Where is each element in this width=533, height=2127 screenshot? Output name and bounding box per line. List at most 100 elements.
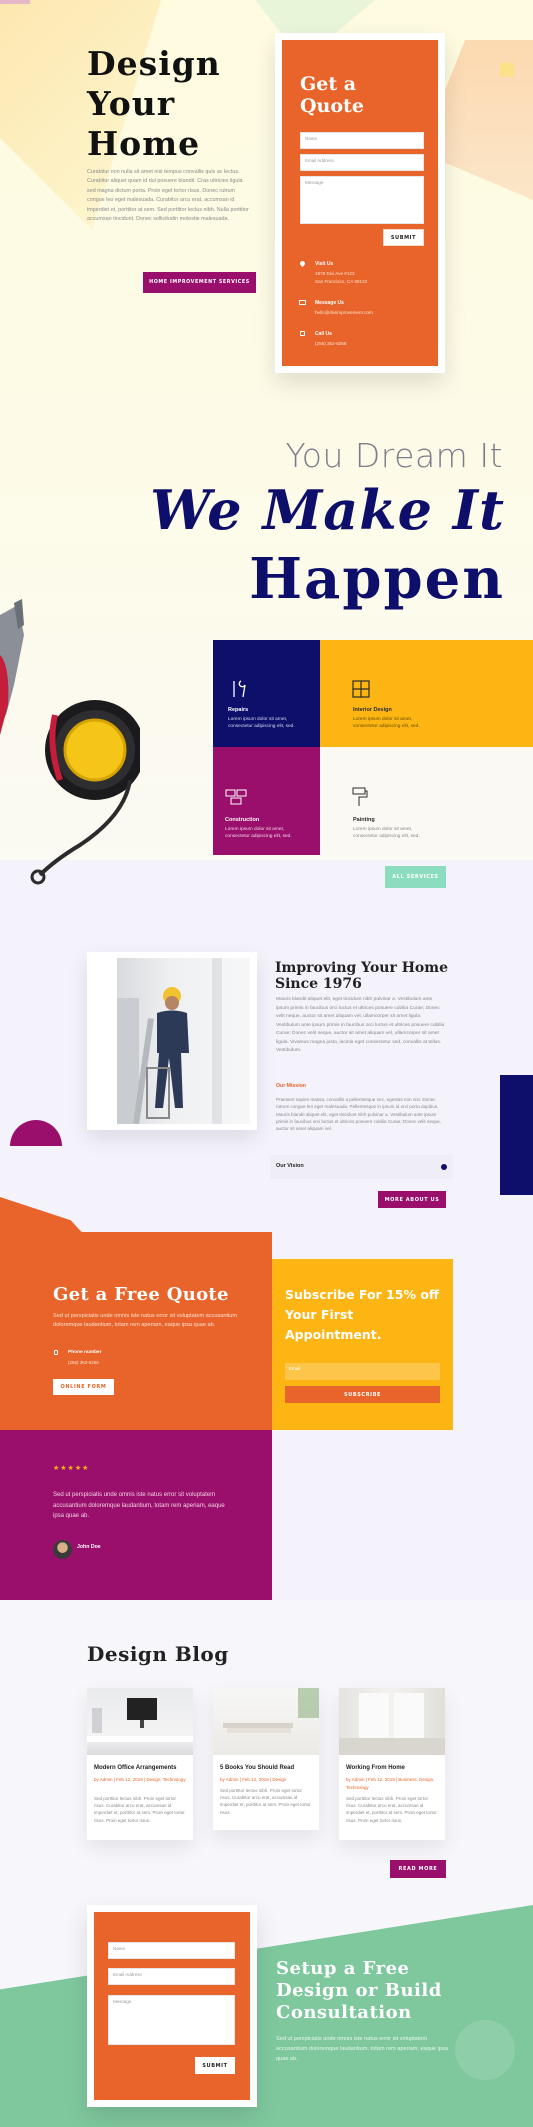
blog-card[interactable]: Modern Office Arrangements by Admin | Fe… <box>87 1688 193 1840</box>
tools-icon <box>233 680 246 698</box>
visit-line1: 1878 Divi Ave #123 <box>315 271 355 276</box>
visit-line2: San Francisco, CA 90123 <box>315 279 368 284</box>
layout-icon <box>352 680 370 698</box>
rating-stars: ★★★★★ <box>53 1465 90 1472</box>
consult-text: Sed ut perspiciatis unde omnis iste natu… <box>276 2036 448 2063</box>
all-services-button[interactable]: All Services <box>385 866 446 888</box>
blog-post-meta: by Admin | Feb 12, 2019 | Design, Techno… <box>94 1777 186 1782</box>
consult-title-line1: Setup a Free <box>276 1958 410 1979</box>
chevron-down-icon <box>441 1164 447 1170</box>
bricks-icon <box>225 789 247 805</box>
about-body: Mauris blandit aliquet elit, eget tincid… <box>276 997 445 1054</box>
about-title-line1: Improving Your Home <box>275 960 448 976</box>
call-label: Call Us <box>315 331 332 337</box>
blog-image <box>87 1688 193 1755</box>
tools-illustration <box>0 599 140 885</box>
avatar <box>53 1540 72 1559</box>
blog-image <box>213 1688 319 1755</box>
message-value[interactable]: hello@diviimprovement.com <box>315 310 373 315</box>
phone-icon <box>300 331 305 336</box>
subscribe-button[interactable]: Subscribe <box>285 1386 440 1403</box>
worker-photo <box>117 958 250 1124</box>
service-card-interior[interactable]: Interior Design Lorem ipsum dolor sit am… <box>320 640 533 747</box>
blog-post-excerpt: Sed porttitor lectus nibh. Proin eget to… <box>94 1796 185 1823</box>
phone-value[interactable]: (255) 352-6258 <box>68 1360 99 1365</box>
consult-name-input[interactable]: Name <box>108 1942 235 1959</box>
consult-email-input[interactable]: Email Address <box>108 1968 235 1985</box>
service-text: Lorem ipsum dolor sit amet, consectetur … <box>225 827 292 840</box>
phone-label: Phone number <box>68 1350 102 1355</box>
mission-text: Praesent sapien massa, convallis a pelle… <box>276 1097 441 1132</box>
free-quote-title: Get a Free Quote <box>53 1284 229 1305</box>
service-card-painting[interactable]: Painting Lorem ipsum dolor sit amet, con… <box>320 747 533 855</box>
blog-post-meta: by Admin | Feb 12, 2019 | Business, Desi… <box>346 1777 435 1790</box>
quote-title-line2: Quote <box>300 95 364 117</box>
phone-icon <box>54 1350 58 1355</box>
blog-card[interactable]: Working From Home by Admin | Feb 12, 201… <box>339 1688 445 1840</box>
vision-label: Our Vision <box>276 1163 304 1169</box>
blog-post-title[interactable]: Modern Office Arrangements <box>94 1765 190 1771</box>
subscribe-title: Subscribe For 15% off Your First Appoint… <box>285 1287 440 1342</box>
service-text: Lorem ipsum dolor sit amet, consectetur … <box>228 717 295 730</box>
service-title: Painting <box>353 817 375 823</box>
paint-roller-icon <box>352 787 368 806</box>
service-title: Repairs <box>228 707 249 713</box>
service-text: Lorem ipsum dolor sit amet, consectetur … <box>353 717 420 730</box>
vision-accordion[interactable]: Our Vision <box>270 1155 453 1179</box>
testimonial-text: Sed ut perspiciatis unde omnis iste natu… <box>53 1492 225 1519</box>
quote-card-title: Get a Quote <box>300 73 364 117</box>
navy-side-bar <box>500 1075 533 1195</box>
tape-measure-icon <box>30 700 140 885</box>
blog-card[interactable]: 5 Books You Should Read by Admin | Feb 1… <box>213 1688 319 1830</box>
hero-square-accent <box>500 63 514 77</box>
quote-title-line1: Get a <box>300 73 357 95</box>
quote-submit-button[interactable]: Submit <box>383 229 424 246</box>
subscribe-email-input[interactable]: Email <box>285 1363 440 1380</box>
service-text: Lorem ipsum dolor sit amet, consectetur … <box>353 827 420 840</box>
service-title: Construction <box>225 817 260 823</box>
testimonial-author: John Doe <box>77 1544 101 1550</box>
service-card-construction[interactable]: Construction Lorem ipsum dolor sit amet,… <box>213 747 320 855</box>
tagline-line1: You Dream It <box>285 436 503 475</box>
call-value[interactable]: (255) 352-6258 <box>315 341 346 346</box>
blog-post-title[interactable]: 5 Books You Should Read <box>220 1765 316 1771</box>
hero-services-button[interactable]: Home Improvement Services <box>143 272 256 293</box>
mission-label: Our Mission <box>276 1083 306 1089</box>
blog-image <box>339 1688 445 1755</box>
blog-post-meta: by Admin | Feb 12, 2019 | Design <box>220 1777 287 1782</box>
consult-message-input[interactable]: Message <box>108 1995 235 2045</box>
blog-post-excerpt: Sed porttitor lectus nibh. Proin eget to… <box>346 1796 437 1823</box>
more-about-button[interactable]: More About Us <box>378 1191 446 1208</box>
hero-title-line3: Home <box>87 124 201 163</box>
message-label: Message Us <box>315 300 344 306</box>
hero-body: Curabitur non nulla sit amet nisl tempus… <box>87 169 249 223</box>
blog-post-title[interactable]: Working From Home <box>346 1765 442 1771</box>
blog-post-excerpt: Sed porttitor lectus nibh. Proin eget to… <box>220 1788 311 1815</box>
quote-email-input[interactable]: Email Address <box>300 154 424 171</box>
pliers-icon <box>0 599 24 735</box>
consult-title: Setup a Free Design or Build Consultatio… <box>276 1958 442 2024</box>
envelope-icon <box>299 300 306 305</box>
free-quote-text: Sed ut perspiciatis unde omnis iste natu… <box>53 1313 238 1328</box>
service-card-repairs[interactable]: Repairs Lorem ipsum dolor sit amet, cons… <box>213 640 320 747</box>
consult-title-line3: Consultation <box>276 2002 412 2023</box>
worker-figure <box>117 958 222 1124</box>
about-title: Improving Your Home Since 1976 <box>275 960 448 992</box>
consult-submit-button[interactable]: Submit <box>195 2057 235 2074</box>
about-title-line2: Since 1976 <box>275 976 362 992</box>
decorative-circle <box>455 2020 515 2080</box>
visit-label: Visit Us <box>315 261 334 267</box>
hero-title: Design Your Home <box>87 44 221 164</box>
hero-title-line2: Your <box>87 84 176 123</box>
tagline-line3: Happen <box>249 546 505 612</box>
quote-message-input[interactable]: Message <box>300 176 424 224</box>
online-form-button[interactable]: Online Form <box>53 1379 114 1395</box>
hero-title-line1: Design <box>87 44 221 83</box>
service-title: Interior Design <box>353 707 392 713</box>
read-more-button[interactable]: Read More <box>390 1860 446 1878</box>
blog-title: Design Blog <box>87 1642 229 1666</box>
quote-name-input[interactable]: Name <box>300 132 424 149</box>
tagline-line2: We Make It <box>150 478 505 542</box>
consult-title-line2: Design or Build <box>276 1980 442 2001</box>
hero-corner-accent <box>0 0 30 4</box>
